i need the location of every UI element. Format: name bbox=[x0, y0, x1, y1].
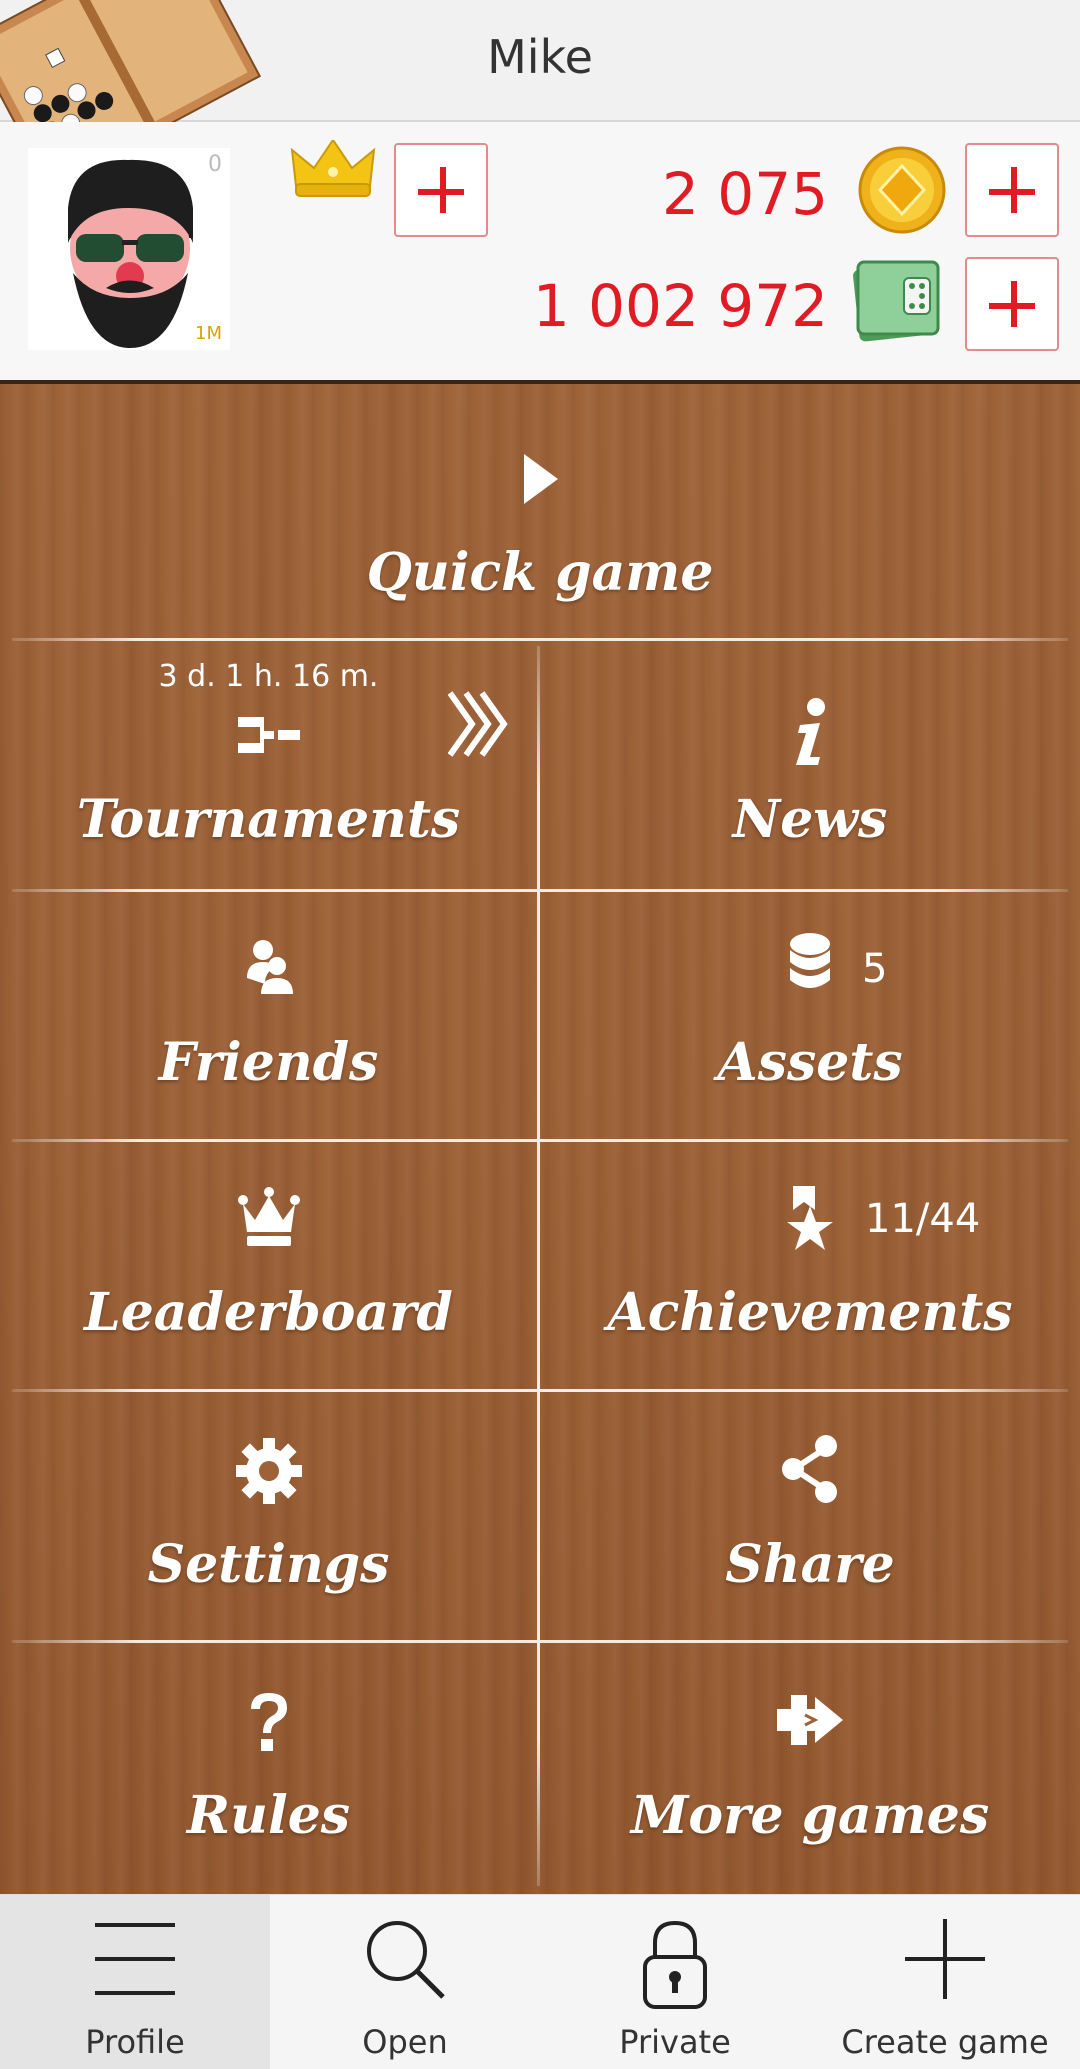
page-title: Mike bbox=[487, 30, 593, 84]
news-button[interactable]: News bbox=[540, 641, 1080, 889]
tournaments-button[interactable]: 3 d. 1 h. 16 m. Tournaments bbox=[0, 641, 537, 889]
search-icon bbox=[367, 1921, 445, 1999]
gear-icon bbox=[235, 1438, 302, 1504]
leaderboard-button[interactable]: Leaderboard bbox=[0, 1142, 537, 1389]
achievements-button[interactable]: 11/44 Achievements bbox=[540, 1142, 1080, 1389]
plus-icon bbox=[905, 1919, 985, 1999]
friends-icon bbox=[246, 940, 293, 994]
achievements-label: Achievements bbox=[607, 1282, 1013, 1343]
share-icon bbox=[782, 1435, 837, 1503]
nav-open-label: Open bbox=[362, 2023, 448, 2061]
assets-count: 5 bbox=[862, 946, 888, 992]
friends-button[interactable]: Friends bbox=[0, 892, 537, 1139]
achievements-count: 11/44 bbox=[865, 1196, 981, 1242]
nav-create-game-label: Create game bbox=[841, 2023, 1049, 2061]
settings-label: Settings bbox=[147, 1534, 390, 1595]
crown-icon bbox=[290, 140, 376, 197]
crown-outline-icon bbox=[237, 1187, 300, 1246]
nav-profile[interactable]: Profile bbox=[0, 1895, 270, 2069]
nav-open[interactable]: Open bbox=[270, 1895, 540, 2069]
forward-chevrons-icon bbox=[448, 691, 508, 757]
tournament-timer: 3 d. 1 h. 16 m. bbox=[158, 659, 379, 694]
nav-create-game[interactable]: Create game bbox=[810, 1895, 1080, 2069]
cash-bundle-icon bbox=[853, 260, 940, 342]
gold-coin-icon bbox=[858, 146, 946, 234]
puzzle-arrow-icon bbox=[777, 1695, 843, 1745]
add-coins-button[interactable] bbox=[965, 143, 1059, 237]
achievement-ribbon-icon bbox=[787, 1186, 833, 1250]
more-games-label: More games bbox=[630, 1785, 990, 1846]
share-label: Share bbox=[725, 1534, 895, 1595]
bearded-man-avatar-icon bbox=[68, 159, 193, 348]
title-bar: Mike bbox=[0, 0, 1080, 190]
nav-private-label: Private bbox=[619, 2023, 731, 2061]
question-mark-icon bbox=[250, 1693, 287, 1751]
rules-button[interactable]: Rules bbox=[0, 1643, 537, 1894]
settings-button[interactable]: Settings bbox=[0, 1392, 537, 1640]
nav-private[interactable]: Private bbox=[540, 1895, 810, 2069]
bottom-navigation: Profile Open Private Create game bbox=[0, 1894, 1080, 2069]
menu-icon bbox=[95, 1923, 175, 1995]
news-label: News bbox=[732, 789, 888, 850]
play-icon bbox=[524, 454, 558, 504]
add-cash-button[interactable] bbox=[965, 257, 1059, 351]
tournaments-label: Tournaments bbox=[76, 789, 461, 850]
assets-label: Assets bbox=[717, 1032, 903, 1093]
assets-button[interactable]: 5 Assets bbox=[540, 892, 1080, 1139]
level-indicator: 0 bbox=[208, 152, 222, 177]
main-menu: Quick game 3 d. 1 h. 16 m. Tournaments N… bbox=[0, 384, 1080, 1894]
profile-summary: 0 1M 2 075 1 002 972 bbox=[0, 122, 1080, 384]
coin-stack-icon bbox=[790, 933, 830, 988]
quick-game-button[interactable]: Quick game bbox=[0, 384, 1080, 638]
millionaire-badge: 1M bbox=[195, 323, 222, 344]
coins-balance: 2 075 bbox=[661, 160, 828, 228]
avatar[interactable]: 0 1M bbox=[28, 148, 230, 350]
lock-icon bbox=[643, 1920, 707, 2009]
cash-balance: 1 002 972 bbox=[532, 272, 828, 340]
leaderboard-label: Leaderboard bbox=[84, 1282, 453, 1343]
info-icon bbox=[796, 698, 825, 765]
more-games-button[interactable]: More games bbox=[540, 1643, 1080, 1894]
friends-label: Friends bbox=[158, 1032, 379, 1093]
quick-game-label: Quick game bbox=[366, 542, 714, 603]
bracket-icon bbox=[237, 717, 300, 753]
share-button[interactable]: Share bbox=[540, 1392, 1080, 1640]
nav-profile-label: Profile bbox=[85, 2023, 185, 2061]
rules-label: Rules bbox=[186, 1785, 351, 1846]
